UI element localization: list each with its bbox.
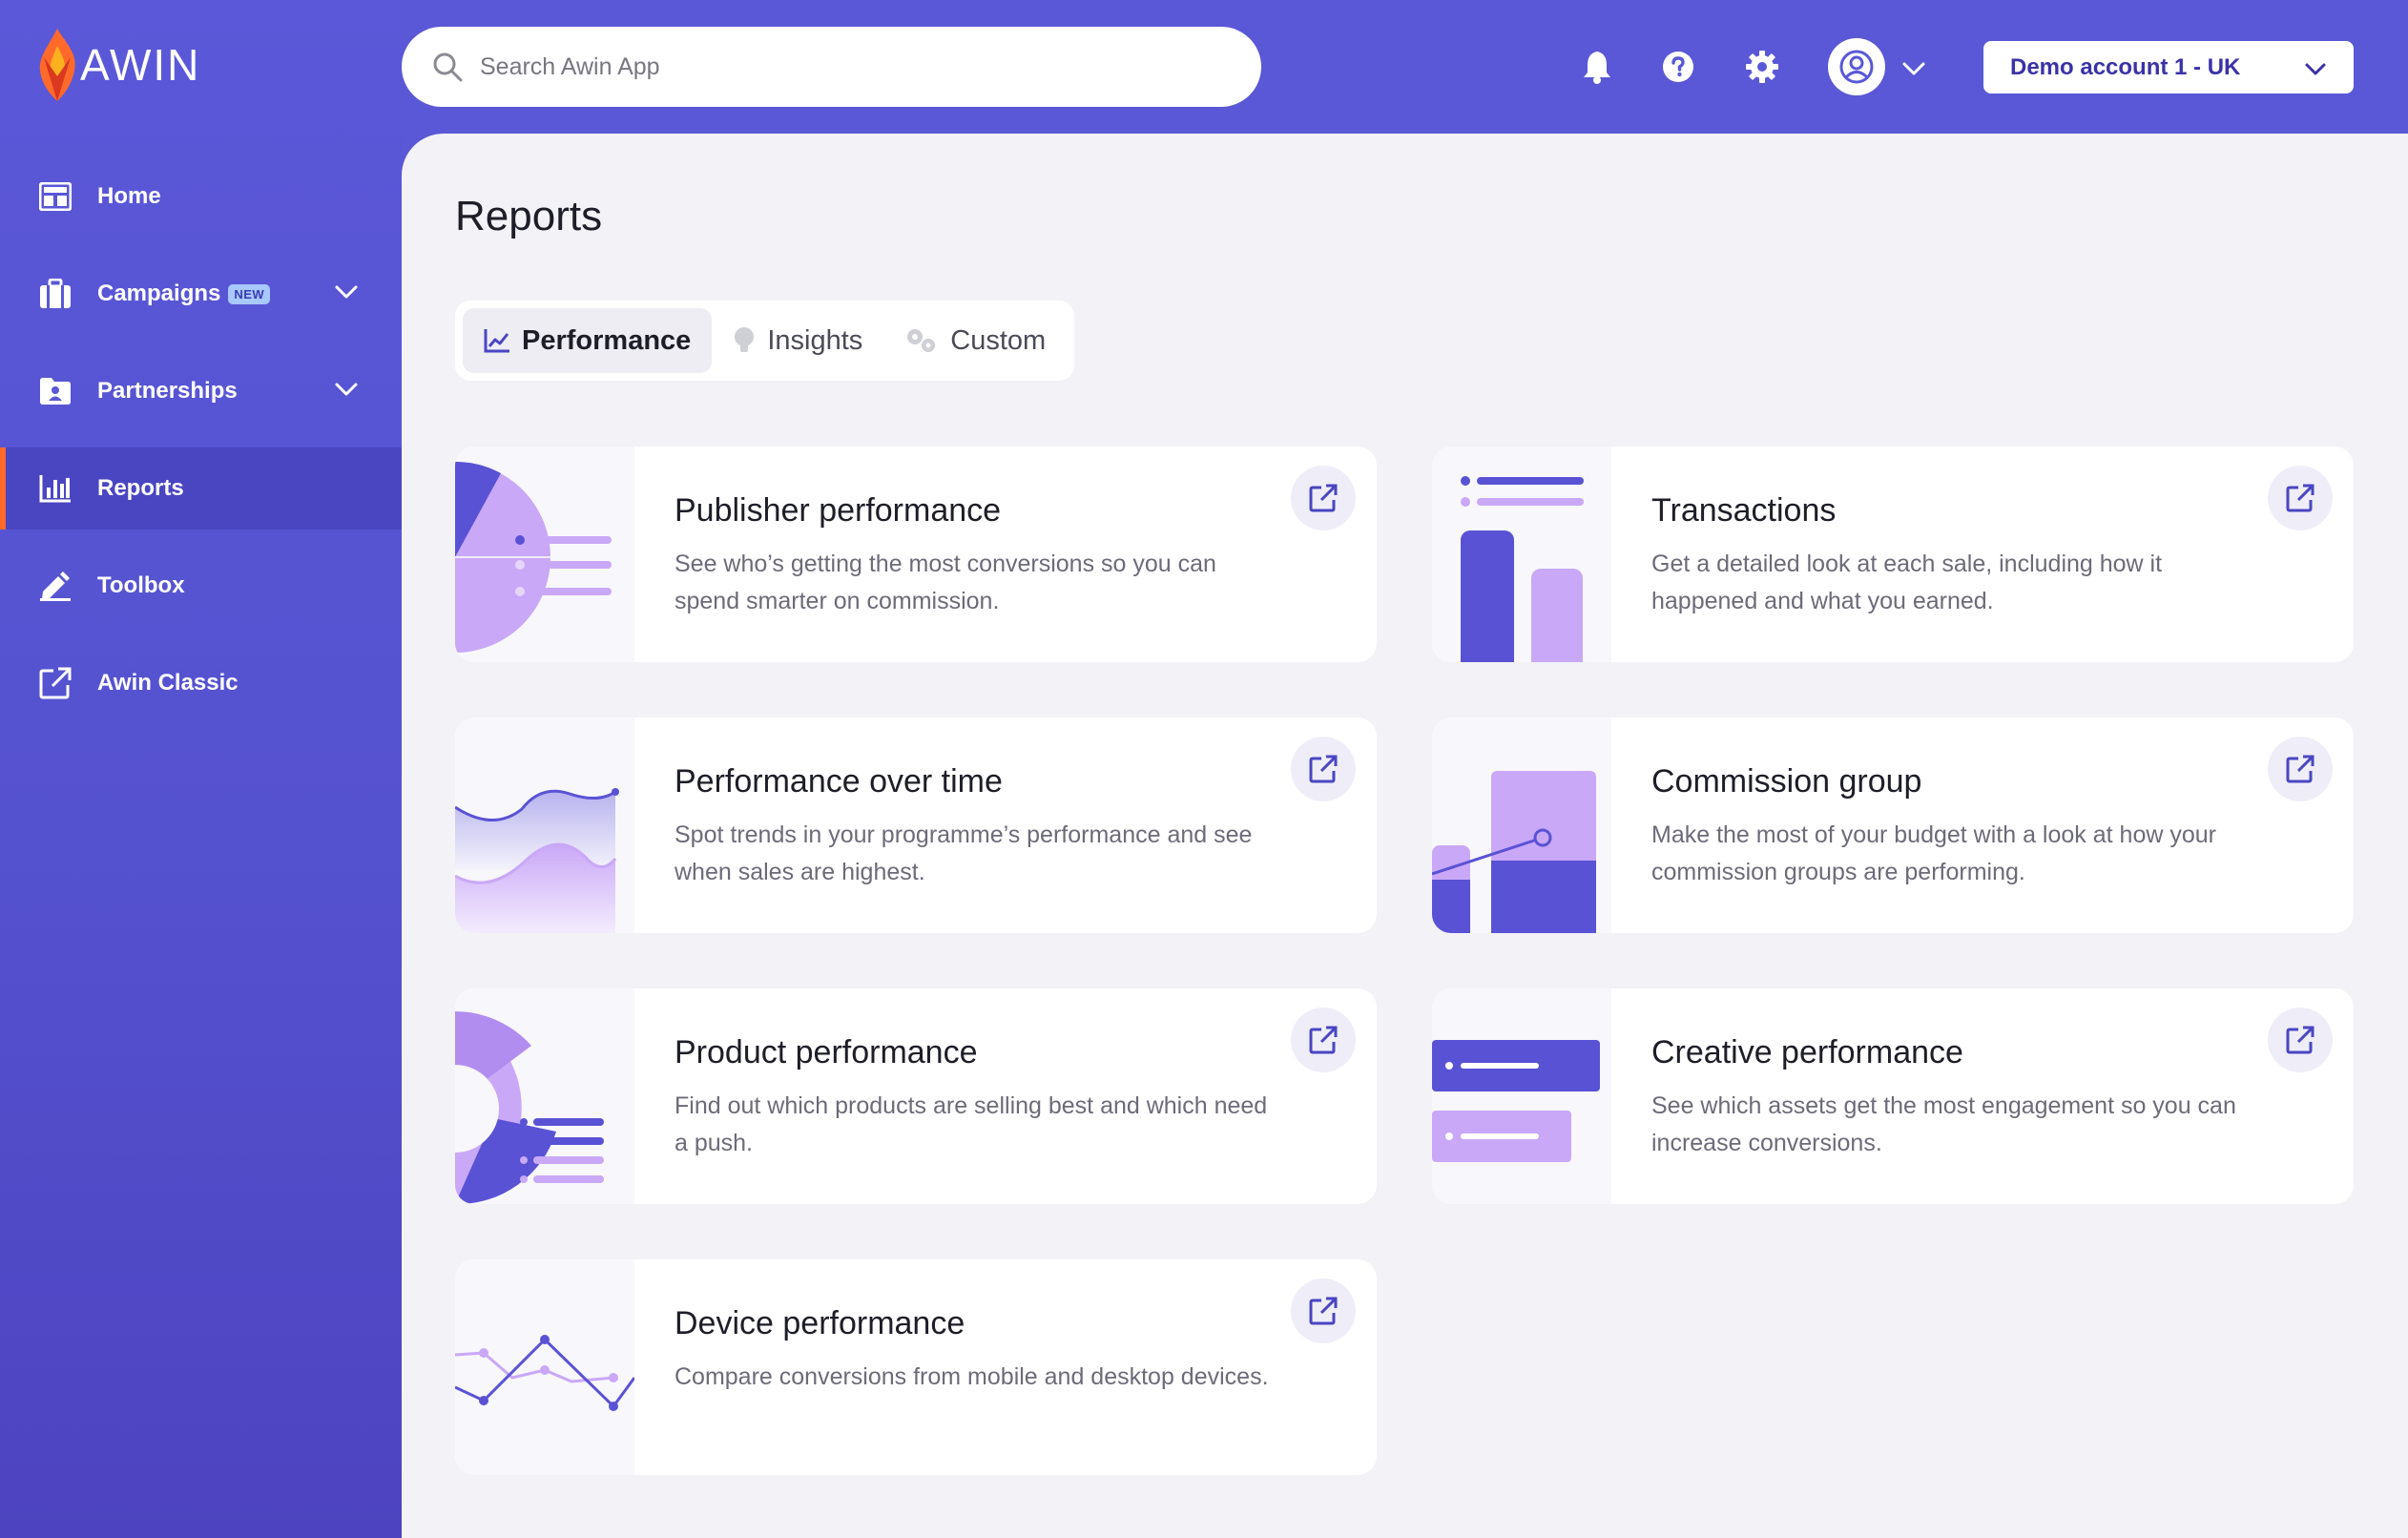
sidebar-item-awin-classic[interactable]: Awin Classic: [0, 642, 402, 724]
bell-icon[interactable]: [1578, 48, 1616, 86]
external-link-icon: [1309, 755, 1338, 783]
device-performance-illustration: [455, 1259, 636, 1475]
external-link-icon: [2286, 1026, 2315, 1054]
pen-icon: [38, 569, 73, 603]
card-description: Find out which products are selling best…: [675, 1092, 1268, 1156]
chevron-down-icon: [2305, 63, 2326, 75]
card-description: Compare conversions from mobile and desk…: [675, 1363, 1269, 1390]
report-card-commission-group[interactable]: Commission group Make the most of your b…: [1432, 717, 2354, 933]
awin-logo[interactable]: AWIN: [36, 29, 200, 101]
user-icon: [1839, 50, 1874, 84]
help-icon[interactable]: [1659, 48, 1697, 86]
gears-icon: [907, 329, 936, 352]
product-performance-illustration: [455, 988, 634, 1204]
report-card-device-performance[interactable]: Device performance Compare conversions f…: [455, 1259, 1377, 1475]
sidebar-item-label: Home: [97, 183, 161, 209]
tab-label: Performance: [522, 324, 692, 356]
card-title: Device performance: [675, 1305, 965, 1341]
report-tabs: Performance Insights Custom: [455, 301, 1075, 381]
sidebar-nav: Home Campaigns NEW Partnerships Reports: [0, 156, 402, 739]
sidebar-item-toolbox[interactable]: Toolbox: [0, 545, 402, 627]
sidebar-item-reports[interactable]: Reports: [0, 447, 402, 530]
card-title: Commission group: [1651, 763, 1922, 800]
folder-user-icon: [38, 374, 73, 408]
new-badge: NEW: [228, 283, 271, 304]
open-report-button[interactable]: [2268, 466, 2333, 530]
line-chart-icon: [484, 329, 509, 353]
external-link-icon: [1309, 1026, 1338, 1054]
tab-label: Insights: [767, 324, 863, 356]
search-icon: [433, 52, 463, 82]
open-report-button[interactable]: [1291, 466, 1356, 530]
card-description: Get a detailed look at each sale, includ…: [1651, 551, 2163, 614]
open-report-button[interactable]: [2268, 737, 2333, 801]
page-title: Reports: [455, 193, 603, 239]
card-description: Make the most of your budget with a look…: [1651, 821, 2216, 885]
report-card-product-performance[interactable]: Product performance Find out which produ…: [455, 988, 1377, 1204]
sidebar-item-label: Awin Classic: [97, 670, 239, 696]
tab-label: Custom: [950, 324, 1047, 356]
card-title: Performance over time: [675, 763, 1003, 800]
gear-icon[interactable]: [1743, 48, 1781, 86]
sidebar-item-campaigns[interactable]: Campaigns NEW: [0, 253, 402, 335]
tab-performance[interactable]: Performance: [463, 308, 713, 373]
chevron-down-icon[interactable]: [1900, 55, 1927, 82]
search-input[interactable]: [480, 52, 1148, 81]
open-report-button[interactable]: [2268, 1008, 2333, 1072]
open-report-button[interactable]: [1291, 1008, 1356, 1072]
bar-chart-icon: [38, 471, 73, 506]
sidebar-item-home[interactable]: Home: [0, 156, 402, 238]
chevron-down-icon[interactable]: [333, 279, 360, 305]
publisher-illustration: [455, 447, 634, 662]
external-link-icon: [2286, 484, 2315, 512]
tab-custom[interactable]: Custom: [883, 308, 1067, 373]
account-selector[interactable]: Demo account 1 - UK: [1983, 41, 2354, 94]
sidebar-item-label: Toolbox: [97, 572, 185, 598]
flame-icon: [39, 29, 75, 101]
search-bar[interactable]: [402, 27, 1261, 107]
report-card-performance-over-time[interactable]: Performance over time Spot trends in you…: [455, 717, 1377, 933]
card-title: Product performance: [675, 1034, 978, 1070]
card-title: Creative performance: [1651, 1034, 1963, 1070]
card-description: See who’s getting the most conversions s…: [675, 551, 1216, 614]
card-description: Spot trends in your programme’s performa…: [675, 821, 1253, 885]
report-card-transactions[interactable]: Transactions Get a detailed look at each…: [1432, 447, 2354, 662]
card-title: Publisher performance: [675, 492, 1002, 529]
sidebar-item-label: Partnerships: [97, 378, 238, 404]
logo-text: AWIN: [80, 40, 201, 90]
external-link-icon: [1309, 1297, 1338, 1325]
external-link-icon: [2286, 755, 2315, 783]
chevron-down-icon[interactable]: [333, 376, 360, 403]
external-link-icon: [1309, 484, 1338, 512]
performance-over-time-illustration: [455, 717, 634, 933]
card-description: See which assets get the most engagement…: [1651, 1092, 2236, 1156]
creative-performance-illustration: [1432, 988, 1611, 1204]
commission-group-illustration: [1432, 717, 1611, 933]
external-link-icon: [38, 666, 73, 700]
sidebar-item-label: Campaigns: [97, 281, 221, 306]
card-title: Transactions: [1651, 492, 1837, 529]
sidebar-item-label: Reports: [97, 475, 184, 501]
main-content: Reports Performance Insights Custom Publ…: [402, 134, 2408, 1538]
briefcase-icon: [38, 277, 73, 311]
lightbulb-icon: [735, 327, 755, 352]
sidebar: AWIN Home Campaigns NEW Partnerships Rep…: [0, 0, 402, 1538]
report-card-publisher-performance[interactable]: Publisher performance See who’s getting …: [455, 447, 1377, 662]
user-avatar[interactable]: [1828, 38, 1885, 95]
report-card-creative-performance[interactable]: Creative performance See which assets ge…: [1432, 988, 2354, 1204]
open-report-button[interactable]: [1291, 737, 1356, 801]
tab-insights[interactable]: Insights: [712, 308, 883, 373]
transactions-illustration: [1432, 447, 1611, 662]
open-report-button[interactable]: [1291, 1278, 1356, 1343]
sidebar-item-partnerships[interactable]: Partnerships: [0, 350, 402, 432]
dashboard-icon: [38, 179, 73, 214]
account-label: Demo account 1 - UK: [2010, 53, 2241, 80]
